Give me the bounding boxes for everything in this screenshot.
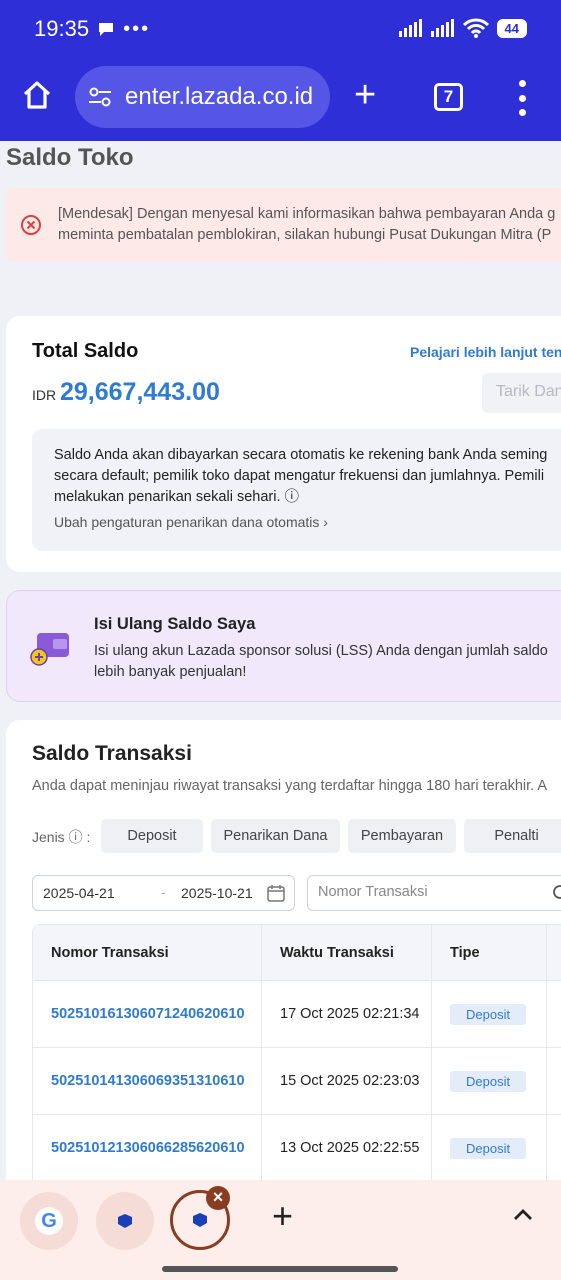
status-time: 19:35 bbox=[34, 16, 90, 41]
status-bar: 19:35 ••• bbox=[34, 16, 150, 42]
total-balance-heading: Total Saldo bbox=[32, 340, 139, 362]
currency-label: IDR bbox=[32, 387, 57, 403]
date-from[interactable]: 2025-04-21 bbox=[43, 885, 115, 901]
col-more bbox=[547, 925, 561, 980]
signal-icon-2 bbox=[430, 19, 454, 37]
table-row: 502510141306069351310610 15 Oct 2025 02:… bbox=[33, 1047, 561, 1114]
google-icon: G bbox=[35, 1207, 63, 1235]
auto-payout-text: Saldo Anda akan dibayarkan secara otomat… bbox=[54, 445, 547, 508]
transaction-id-link[interactable]: 502510121306066285620610 bbox=[51, 1138, 246, 1158]
alert-text: [Mendesak] Dengan menyesal kami informas… bbox=[58, 204, 555, 246]
info-line-2: secara default; pemilik toko dapat menga… bbox=[54, 468, 545, 484]
type-badge: Deposit bbox=[450, 1003, 527, 1025]
filter-chip-penalty[interactable]: Penalti bbox=[464, 819, 561, 853]
transaction-search-input[interactable] bbox=[318, 884, 548, 900]
transactions-subtitle: Anda dapat meninjau riwayat transaksi ya… bbox=[32, 778, 548, 794]
tab-lazada-1[interactable] bbox=[96, 1192, 154, 1250]
transactions-heading: Saldo Transaksi bbox=[32, 742, 192, 765]
withdraw-button[interactable]: Tarik Dan bbox=[482, 373, 561, 413]
col-type[interactable]: Tipe bbox=[432, 925, 547, 980]
signal-icon bbox=[398, 19, 422, 37]
lazada-icon bbox=[193, 1213, 207, 1227]
transactions-table: Nomor Transaksi Waktu Transaksi Tipe 502… bbox=[32, 924, 561, 1182]
tab-switcher-button[interactable]: 7 bbox=[434, 83, 463, 111]
table-row: 502510121306066285620610 13 Oct 2025 02:… bbox=[33, 1114, 561, 1181]
url-text[interactable]: enter.lazada.co.id bbox=[125, 83, 313, 111]
date-range-picker[interactable]: 2025-04-21 - 2025-10-21 bbox=[32, 875, 295, 911]
wifi-icon bbox=[462, 18, 489, 38]
info-line-3: melakukan penarikan sekali sehari. ⓘ bbox=[54, 489, 300, 505]
urgent-alert-banner: [Mendesak] Dengan menyesal kami informas… bbox=[6, 188, 561, 262]
lazada-icon bbox=[118, 1214, 132, 1228]
tab-google[interactable]: G bbox=[20, 1192, 78, 1250]
topup-description: Isi ulang akun Lazada sponsor solusi (LS… bbox=[94, 641, 548, 683]
filter-chip-deposit[interactable]: Deposit bbox=[101, 819, 203, 853]
type-badge: Deposit bbox=[450, 1070, 527, 1092]
filter-chip-withdrawal[interactable]: Penarikan Dana bbox=[211, 819, 340, 853]
table-row: 502510161306071240620610 17 Oct 2025 02:… bbox=[33, 980, 561, 1047]
col-transaction-time[interactable]: Waktu Transaksi bbox=[262, 925, 432, 980]
alert-line-1: [Mendesak] Dengan menyesal kami informas… bbox=[58, 206, 556, 222]
topup-card[interactable]: Isi Ulang Saldo Saya Isi ulang akun Laza… bbox=[6, 590, 561, 702]
wallet-icon bbox=[30, 633, 69, 666]
date-to[interactable]: 2025-10-21 bbox=[181, 885, 253, 901]
info-line-1: Saldo Anda akan dibayarkan secara otomat… bbox=[54, 447, 548, 463]
topup-line-1: Isi ulang akun Lazada sponsor solusi (LS… bbox=[94, 643, 548, 659]
alert-line-2: meminta pembatalan pemblokiran, silakan … bbox=[58, 227, 552, 243]
tab-strip: G × + bbox=[0, 1180, 561, 1280]
calendar-icon[interactable] bbox=[267, 884, 285, 902]
transaction-search[interactable] bbox=[307, 875, 561, 911]
page-title: Saldo Toko bbox=[6, 144, 134, 171]
new-tab-plus-icon[interactable]: + bbox=[354, 76, 376, 114]
col-transaction-number[interactable]: Nomor Transaksi bbox=[33, 925, 262, 980]
total-balance-card: Total Saldo Pelajari lebih lanjut ten ID… bbox=[6, 316, 561, 572]
chat-bubble-icon bbox=[99, 23, 114, 36]
status-icons: 44 bbox=[398, 18, 527, 38]
type-filter-label: Jenis ⓘ : bbox=[32, 829, 91, 845]
battery-indicator: 44 bbox=[496, 18, 527, 38]
chevron-up-icon[interactable] bbox=[512, 1206, 534, 1222]
more-notifications: ••• bbox=[123, 17, 151, 40]
transaction-id-link[interactable]: 502510141306069351310610 bbox=[51, 1071, 246, 1091]
transaction-time: 17 Oct 2025 02:21:34 bbox=[280, 1006, 420, 1022]
auto-payout-info: Saldo Anda akan dibayarkan secara otomat… bbox=[32, 429, 561, 551]
transaction-time: 13 Oct 2025 02:22:55 bbox=[280, 1140, 420, 1156]
topup-heading: Isi Ulang Saldo Saya bbox=[94, 615, 256, 633]
topup-line-2: lebih banyak penjualan! bbox=[94, 664, 247, 680]
balance-amount: 29,667,443.00 bbox=[60, 378, 220, 406]
more-menu-icon[interactable] bbox=[514, 80, 530, 116]
learn-more-link[interactable]: Pelajari lebih lanjut ten bbox=[410, 344, 561, 360]
filter-chip-payment[interactable]: Pembayaran bbox=[348, 819, 456, 853]
home-icon[interactable] bbox=[22, 80, 52, 110]
close-tab-icon[interactable]: × bbox=[206, 1186, 230, 1210]
transaction-time: 15 Oct 2025 02:23:03 bbox=[280, 1073, 420, 1089]
add-tab-icon[interactable]: + bbox=[272, 1198, 293, 1234]
site-settings-icon[interactable] bbox=[87, 84, 113, 110]
gesture-handle bbox=[162, 1266, 398, 1272]
transactions-card: Saldo Transaksi Anda dapat meninjau riwa… bbox=[6, 720, 561, 1220]
address-bar[interactable]: enter.lazada.co.id bbox=[75, 66, 330, 128]
error-circle-icon bbox=[21, 215, 41, 235]
transaction-id-link[interactable]: 502510161306071240620610 bbox=[51, 1004, 246, 1024]
browser-toolbar: 19:35 ••• 44 enter.lazada.co.id + 7 bbox=[0, 0, 561, 141]
table-header: Nomor Transaksi Waktu Transaksi Tipe bbox=[33, 925, 561, 980]
search-icon[interactable] bbox=[552, 884, 561, 902]
auto-withdraw-settings-link[interactable]: Ubah pengaturan penarikan dana otomatis … bbox=[54, 514, 328, 530]
type-badge: Deposit bbox=[450, 1137, 527, 1159]
date-separator: - bbox=[161, 884, 166, 900]
